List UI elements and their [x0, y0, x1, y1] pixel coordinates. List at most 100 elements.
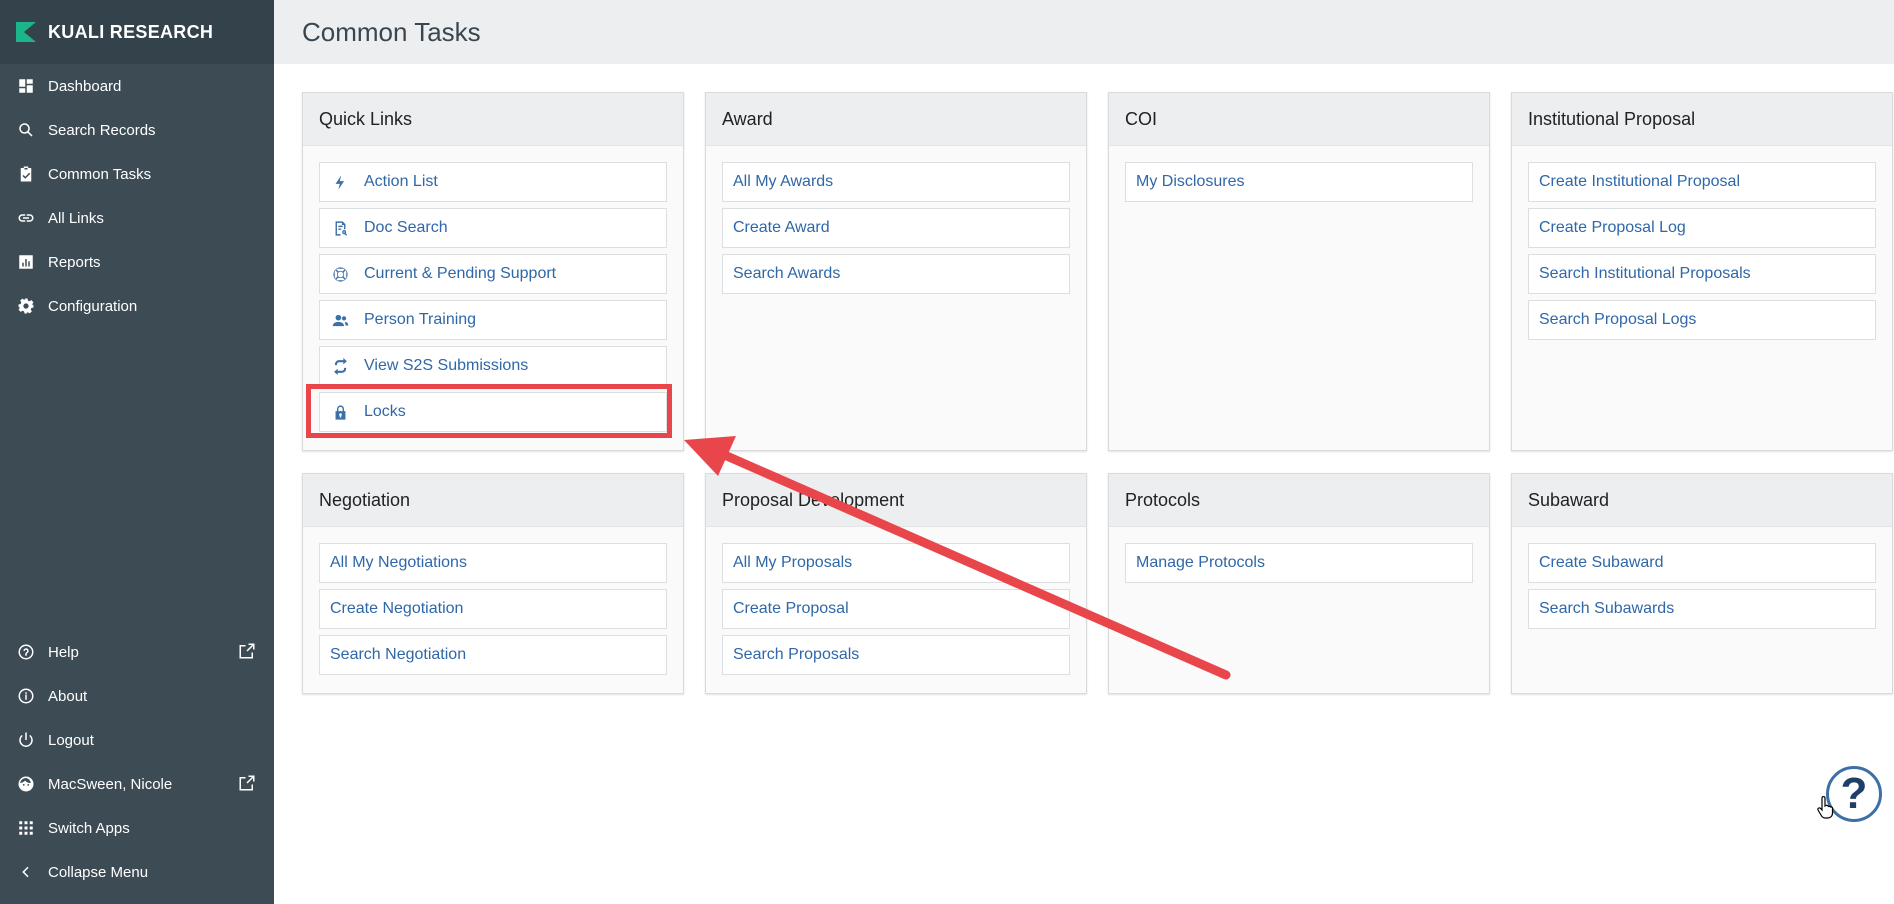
power-icon [16, 730, 36, 750]
ip-link-search-proposal-logs[interactable]: Search Proposal Logs [1528, 300, 1876, 340]
card-coi: COI My Disclosures [1108, 92, 1490, 451]
sidebar-item-about[interactable]: About [0, 676, 274, 716]
sidebar-item-search-records[interactable]: Search Records [0, 110, 274, 150]
gear-icon [16, 296, 36, 316]
sidebar-item-label: Reports [48, 253, 101, 271]
card-negotiation: Negotiation All My Negotiations Create N… [302, 473, 684, 694]
card-title: Quick Links [303, 93, 683, 146]
sidebar-item-all-links[interactable]: All Links [0, 198, 274, 238]
page-title: Common Tasks [302, 16, 481, 47]
link-label: Manage Protocols [1136, 554, 1265, 571]
dashboard-icon [16, 76, 36, 96]
card-title: Award [706, 93, 1086, 146]
link-icon [16, 208, 36, 228]
card-title: Subaward [1512, 474, 1892, 527]
subaward-link-search-subawards[interactable]: Search Subawards [1528, 589, 1876, 629]
quick-link-locks[interactable]: Locks [319, 392, 667, 432]
people-icon [330, 310, 350, 330]
quick-link-person-training[interactable]: Person Training [319, 300, 667, 340]
link-label: Create Proposal Log [1539, 219, 1686, 236]
card-protocols: Protocols Manage Protocols [1108, 473, 1490, 694]
award-link-all-my-awards[interactable]: All My Awards [722, 162, 1070, 202]
link-label: Doc Search [364, 219, 448, 236]
protocols-link-manage-protocols[interactable]: Manage Protocols [1125, 543, 1473, 583]
sidebar-item-common-tasks[interactable]: Common Tasks [0, 154, 274, 194]
negotiation-link-search-negotiation[interactable]: Search Negotiation [319, 635, 667, 675]
lock-icon [330, 402, 350, 422]
link-label: Search Institutional Proposals [1539, 265, 1751, 282]
lightning-icon [330, 172, 350, 192]
link-label: All My Awards [733, 173, 834, 190]
pd-link-search-proposals[interactable]: Search Proposals [722, 635, 1070, 675]
quick-link-current-pending-support[interactable]: Current & Pending Support [319, 254, 667, 294]
lifebuoy-icon [330, 264, 350, 284]
card-title: Institutional Proposal [1512, 93, 1892, 146]
negotiation-link-all-my-negotiations[interactable]: All My Negotiations [319, 543, 667, 583]
link-label: Create Proposal [733, 600, 849, 617]
sidebar-item-label: Dashboard [48, 77, 122, 95]
award-link-search-awards[interactable]: Search Awards [722, 254, 1070, 294]
card-title: Negotiation [303, 474, 683, 527]
sidebar-item-label: Logout [48, 731, 94, 749]
chevron-left-icon [16, 862, 36, 882]
quick-link-doc-search[interactable]: Doc Search [319, 208, 667, 248]
sidebar-item-logout[interactable]: Logout [0, 720, 274, 760]
sidebar-item-help[interactable]: Help [0, 632, 274, 672]
swap-arrows-icon [330, 356, 350, 376]
link-label: My Disclosures [1136, 173, 1245, 190]
negotiation-link-create-negotiation[interactable]: Create Negotiation [319, 589, 667, 629]
clipboard-check-icon [16, 164, 36, 184]
link-label: Action List [364, 173, 438, 190]
coi-link-my-disclosures[interactable]: My Disclosures [1125, 162, 1473, 202]
link-label: Person Training [364, 311, 477, 328]
external-link-icon [238, 774, 258, 794]
sidebar-item-dashboard[interactable]: Dashboard [0, 66, 274, 106]
document-search-icon [330, 218, 350, 238]
external-link-icon [238, 642, 258, 662]
pd-link-create-proposal[interactable]: Create Proposal [722, 589, 1070, 629]
quick-link-view-s2s-submissions[interactable]: View S2S Submissions [319, 346, 667, 386]
link-label: Create Institutional Proposal [1539, 173, 1740, 190]
hand-cursor-icon [1817, 796, 1834, 819]
link-label: Create Negotiation [330, 600, 464, 617]
search-icon [16, 120, 36, 140]
link-label: Locks [364, 403, 406, 420]
ip-link-create-proposal-log[interactable]: Create Proposal Log [1528, 208, 1876, 248]
quick-link-action-list[interactable]: Action List [319, 162, 667, 202]
card-subaward: Subaward Create Subaward Search Subaward… [1511, 473, 1893, 694]
sidebar-item-user[interactable]: MacSween, Nicole [0, 764, 274, 804]
card-quick-links: Quick Links Action List Doc Search Curre… [302, 92, 684, 451]
sidebar-item-switch-apps[interactable]: Switch Apps [0, 808, 274, 848]
card-proposal-development: Proposal Development All My Proposals Cr… [705, 473, 1087, 694]
sidebar-item-label: MacSween, Nicole [48, 775, 173, 793]
kuali-logo-icon [16, 22, 36, 42]
ip-link-create-institutional-proposal[interactable]: Create Institutional Proposal [1528, 162, 1876, 202]
link-label: Create Subaward [1539, 554, 1664, 571]
link-label: Search Subawards [1539, 600, 1675, 617]
subaward-link-create-subaward[interactable]: Create Subaward [1528, 543, 1876, 583]
sidebar-item-configuration[interactable]: Configuration [0, 286, 274, 326]
link-label: Search Proposals [733, 646, 860, 663]
sidebar-item-collapse-menu[interactable]: Collapse Menu [0, 852, 274, 892]
card-title: Protocols [1109, 474, 1489, 527]
info-icon [16, 686, 36, 706]
ip-link-search-institutional-proposals[interactable]: Search Institutional Proposals [1528, 254, 1876, 294]
sidebar-item-label: Common Tasks [48, 165, 152, 183]
apps-grid-icon [16, 818, 36, 838]
sidebar-item-label: About [48, 687, 88, 705]
sidebar-item-reports[interactable]: Reports [0, 242, 274, 282]
user-face-icon [16, 774, 36, 794]
brand[interactable]: KUALI RESEARCH [0, 0, 274, 64]
pd-link-all-my-proposals[interactable]: All My Proposals [722, 543, 1070, 583]
link-label: Search Negotiation [330, 646, 467, 663]
link-label: View S2S Submissions [364, 357, 529, 374]
sidebar-item-label: All Links [48, 209, 104, 227]
link-label: Search Awards [733, 265, 841, 282]
bar-chart-icon [16, 252, 36, 272]
sidebar-item-label: Collapse Menu [48, 863, 149, 881]
page-header: Common Tasks [274, 0, 1894, 64]
card-award: Award All My Awards Create Award Search … [705, 92, 1087, 451]
sidebar: KUALI RESEARCH Dashboard Search Records … [0, 0, 274, 904]
link-label: Current & Pending Support [364, 265, 557, 282]
award-link-create-award[interactable]: Create Award [722, 208, 1070, 248]
